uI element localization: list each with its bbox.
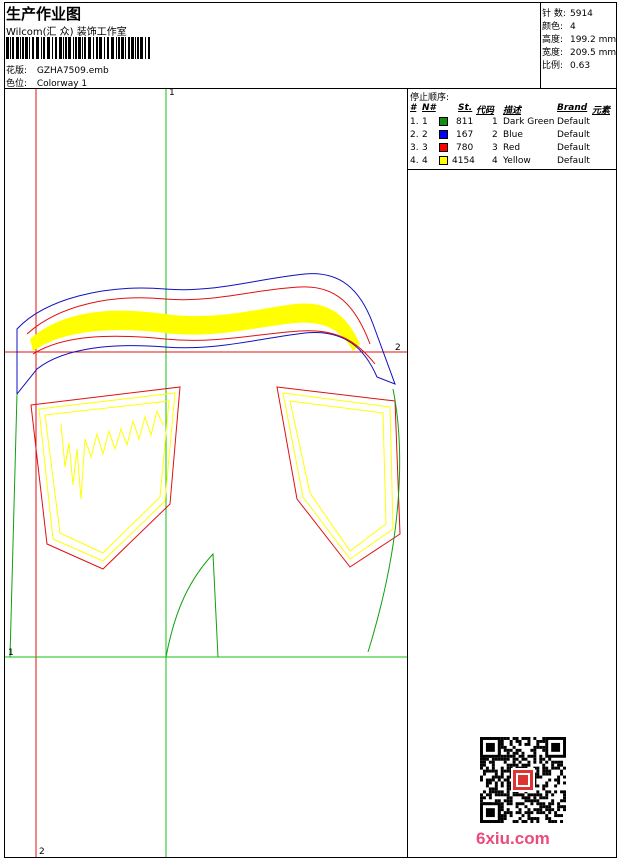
col-header-stitches: St. [458, 103, 473, 113]
col-header-brand: Brand [557, 103, 588, 113]
row-desc: Red [503, 143, 521, 153]
row-needle: 2 [422, 130, 428, 140]
row-num: 1. [410, 117, 419, 127]
row-num: 4. [410, 156, 419, 166]
axis-label-h2: 2 [395, 343, 401, 353]
row-desc: Yellow [503, 156, 531, 166]
left-pocket-zigzag [60, 409, 164, 500]
row-needle: 4 [422, 156, 428, 166]
row-num: 3. [410, 143, 419, 153]
left-pocket-yellow-outer [38, 392, 176, 562]
panel-divider [407, 169, 408, 858]
design-file-row: 花版: GZHA7509.emb [6, 63, 109, 76]
spec-colors: 颜色: 4 [542, 19, 576, 32]
row-code: 2 [492, 130, 498, 140]
row-needle: 1 [422, 117, 428, 127]
row-brand: Default [557, 143, 590, 153]
row-stitches: 780 [456, 143, 474, 153]
embroidery-preview [5, 89, 407, 857]
col-header-needle: N# [422, 103, 436, 113]
row-code: 1 [492, 117, 498, 127]
spec-scale: 比例: 0.63 [542, 58, 590, 71]
row-code: 4 [492, 156, 498, 166]
spec-label: 高度: [542, 35, 564, 45]
spec-height: 高度: 199.2 mm [542, 32, 616, 45]
left-pocket-yellow-inner [44, 400, 170, 554]
right-pocket-red [276, 386, 401, 568]
spec-stitches: 针 数: 5914 [542, 6, 593, 19]
axis-label-v1: 1 [169, 88, 175, 98]
color-swatch-red [439, 143, 448, 152]
design-file-value: GZHA7509.emb [36, 66, 109, 76]
col-header-elements: 元素 [592, 106, 611, 116]
row-brand: Default [557, 130, 590, 140]
row-code: 3 [492, 143, 498, 153]
axis-label-v2: 2 [39, 847, 45, 857]
row-needle: 3 [422, 143, 428, 153]
row-stitches: 167 [456, 130, 474, 140]
spec-value: 4 [570, 22, 576, 32]
row-stitches: 811 [456, 117, 474, 127]
spec-value: 0.63 [570, 61, 591, 71]
spec-value: 5914 [570, 9, 593, 19]
jeans-crotch [165, 552, 219, 658]
waistband-fill [30, 303, 360, 351]
row-brand: Default [557, 117, 590, 127]
spec-label: 宽度: [542, 48, 564, 58]
col-header-num: # [410, 103, 417, 113]
colorway-value: Colorway 1 [36, 79, 88, 89]
jeans-side-left [9, 393, 18, 658]
row-num: 2. [410, 130, 419, 140]
row-desc: Dark Green [503, 117, 555, 127]
spec-label: 比例: [542, 61, 564, 71]
watermark-logo: 6xiu.com [476, 829, 550, 848]
row-brand: Default [557, 156, 590, 166]
qr-code-image [480, 737, 566, 823]
col-header-desc: 描述 [503, 106, 522, 116]
stop-sequence-title: 停止顺序: [410, 93, 450, 103]
colorway-label: 色位: [6, 79, 28, 89]
spec-value: 209.5 mm [570, 48, 617, 58]
page-title: 生产作业图 [6, 5, 82, 23]
colorway-row: 色位: Colorway 1 [6, 76, 87, 89]
color-swatch-blue [439, 130, 448, 139]
spec-width: 宽度: 209.5 mm [542, 45, 616, 58]
row-desc: Blue [503, 130, 523, 140]
col-header-code: 代码 [476, 106, 495, 116]
color-swatch-dark-green [439, 117, 448, 126]
color-swatch-yellow [439, 156, 448, 165]
row-stitches: 4154 [452, 156, 475, 166]
right-pocket-yellow-inner [289, 400, 387, 552]
barcode-image [6, 37, 150, 59]
axis-label-origin: 1 [8, 648, 14, 658]
spec-label: 针 数: [542, 9, 566, 19]
design-file-label: 花版: [6, 66, 28, 76]
studio-name: Wilcom(汇 众) 装饰工作室 [6, 27, 127, 38]
spec-value: 199.2 mm [570, 35, 617, 45]
spec-label: 颜色: [542, 22, 564, 32]
